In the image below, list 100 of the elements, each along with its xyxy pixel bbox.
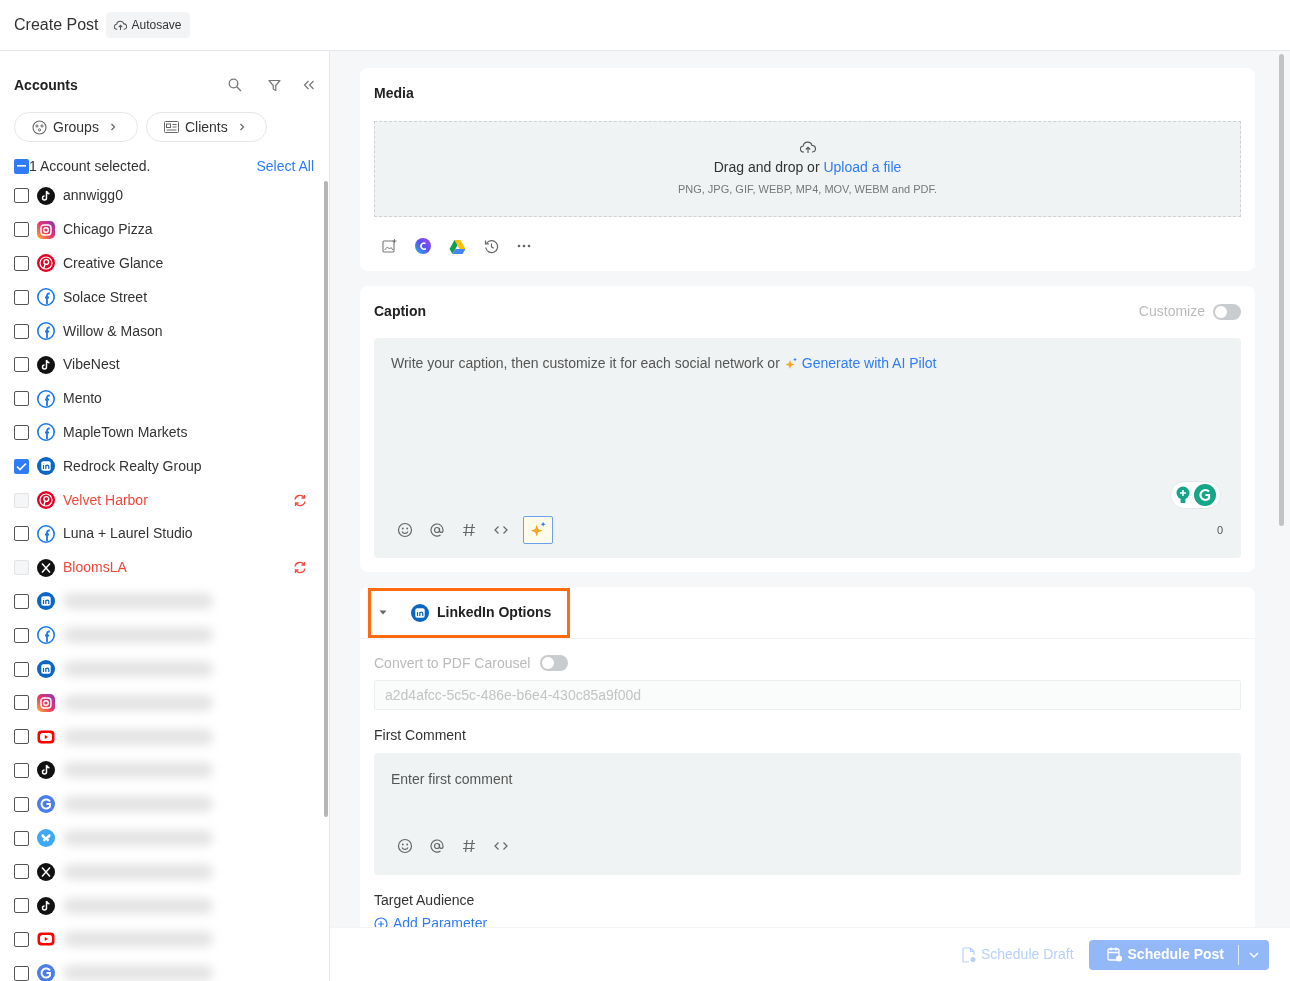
checkbox[interactable]: [14, 158, 29, 174]
section-toggle[interactable]: LinkedIn Options: [368, 587, 571, 638]
linkedin-icon: [411, 603, 429, 622]
checkbox[interactable]: [14, 424, 29, 440]
tiktok-icon: [37, 896, 55, 915]
account-name[interactable]: Willow & Mason: [63, 320, 329, 342]
x-icon: [37, 558, 55, 577]
account-name[interactable]: Solace Street: [63, 286, 329, 308]
search-icon[interactable]: [228, 78, 242, 92]
instagram-icon: [37, 220, 55, 239]
panel-title: Accounts: [14, 75, 79, 95]
account-name[interactable]: Mento: [63, 388, 329, 410]
grammarly-icon: [1194, 484, 1216, 506]
reconnect-icon[interactable]: [293, 561, 307, 575]
checkbox[interactable]: [14, 965, 29, 981]
instagram-icon: [37, 693, 55, 712]
checkbox[interactable]: [14, 458, 29, 474]
hashtag-icon[interactable]: [461, 522, 477, 538]
checkbox[interactable]: [14, 627, 29, 643]
grammarly-widget[interactable]: [1170, 481, 1221, 509]
checkbox[interactable]: [14, 695, 29, 711]
calendar-icon: [1106, 946, 1123, 963]
checkbox[interactable]: [14, 864, 29, 880]
account-name[interactable]: Creative Glance: [63, 253, 329, 274]
checkbox[interactable]: [14, 931, 29, 947]
checkbox[interactable]: [14, 357, 29, 373]
image-add-icon[interactable]: [382, 239, 397, 253]
at-sign-icon[interactable]: [429, 838, 445, 854]
facebook-icon: [37, 423, 55, 442]
canva-icon[interactable]: [415, 238, 431, 254]
more-icon[interactable]: [517, 244, 531, 248]
collapse-icon[interactable]: [303, 80, 315, 90]
page-title: Create Post: [14, 15, 99, 35]
account-name[interactable]: Chicago Pizza: [63, 219, 329, 241]
field-label: First Comment: [374, 726, 467, 745]
lightbulb-icon: [1175, 486, 1191, 504]
autosave-badge: Autosave: [106, 12, 190, 38]
account-name[interactable]: MapleTown Markets: [63, 421, 329, 443]
caret-down-icon: [379, 610, 387, 615]
caption-placeholder: Write your caption, then customize it for each social network or: [391, 354, 780, 373]
emoji-icon[interactable]: [397, 522, 413, 538]
x-icon: [37, 862, 55, 881]
scrollbar[interactable]: [324, 181, 328, 817]
toggle-switch[interactable]: [1213, 303, 1241, 320]
upload-link[interactable]: Upload a file: [823, 158, 902, 175]
account-name[interactable]: VibeNest: [63, 354, 329, 376]
sparkle-icon: [529, 521, 547, 539]
toggle-label: Convert to PDF Carousel: [374, 653, 531, 673]
account-name[interactable]: Redrock Realty Group: [63, 455, 329, 477]
pinterest-icon: [37, 491, 55, 510]
checkbox[interactable]: [14, 898, 29, 914]
checkbox[interactable]: [14, 661, 29, 677]
field-label: Target Audience: [374, 891, 476, 910]
ai-assist-button[interactable]: [523, 516, 553, 544]
caption-editor[interactable]: Write your caption, then customize it for each social network or Generate with AI Pilot 0: [374, 338, 1241, 558]
account-name[interactable]: annwigg0: [63, 185, 329, 207]
checkbox[interactable]: [14, 796, 29, 812]
checkbox[interactable]: [14, 222, 29, 238]
youtube-icon: [37, 930, 55, 949]
plus-circle-icon: [374, 916, 388, 927]
section-title: Media: [374, 84, 415, 103]
toggle-label: Customize: [1138, 302, 1205, 321]
linkedin-icon: [37, 457, 55, 476]
linkedin-icon: [37, 592, 55, 611]
facebook-icon: [37, 524, 55, 543]
chevron-right-icon: [237, 122, 246, 132]
checkbox[interactable]: [14, 289, 29, 305]
drop-instruction: Drag and drop or: [713, 158, 820, 175]
pinterest-icon: [37, 254, 55, 273]
ai-generate-link[interactable]: Generate with AI Pilot: [801, 353, 937, 374]
minus-icon: [17, 165, 26, 167]
account-name[interactable]: BloomsLA: [63, 557, 285, 579]
select-all-link[interactable]: Select All: [256, 155, 314, 177]
at-sign-icon[interactable]: [429, 522, 445, 538]
drive-icon[interactable]: [449, 238, 466, 254]
checkbox[interactable]: [14, 256, 29, 271]
tiktok-icon: [37, 355, 55, 374]
hashtag-icon[interactable]: [461, 838, 477, 854]
comment-editor[interactable]: Enter first comment: [374, 753, 1241, 875]
checkbox[interactable]: [14, 729, 29, 745]
account-name[interactable]: Luna + Laurel Studio: [63, 523, 329, 545]
checkbox[interactable]: [14, 526, 29, 542]
facebook-icon: [37, 322, 55, 341]
document-icon: [961, 946, 976, 963]
checkbox[interactable]: [14, 830, 29, 846]
filter-icon[interactable]: [268, 78, 281, 92]
account-name[interactable]: Velvet Harbor: [63, 489, 285, 511]
emoji-icon[interactable]: [397, 838, 413, 854]
checkbox[interactable]: [14, 762, 29, 778]
toggle-switch[interactable]: [540, 655, 569, 671]
checkbox[interactable]: [14, 188, 29, 204]
linkedin-icon: [37, 660, 55, 679]
checkbox[interactable]: [14, 391, 29, 407]
chevron-right-icon: [108, 122, 117, 132]
reconnect-icon[interactable]: [293, 493, 307, 507]
checkbox[interactable]: [14, 593, 29, 609]
history-icon[interactable]: [484, 238, 499, 254]
scrollbar[interactable]: [1279, 54, 1284, 526]
drop-zone[interactable]: Drag and drop or Upload a file PNG, JPG, GIF, WEBP, MP4, MOV, WEBM and PDF.: [374, 121, 1241, 217]
checkbox[interactable]: [14, 323, 29, 339]
